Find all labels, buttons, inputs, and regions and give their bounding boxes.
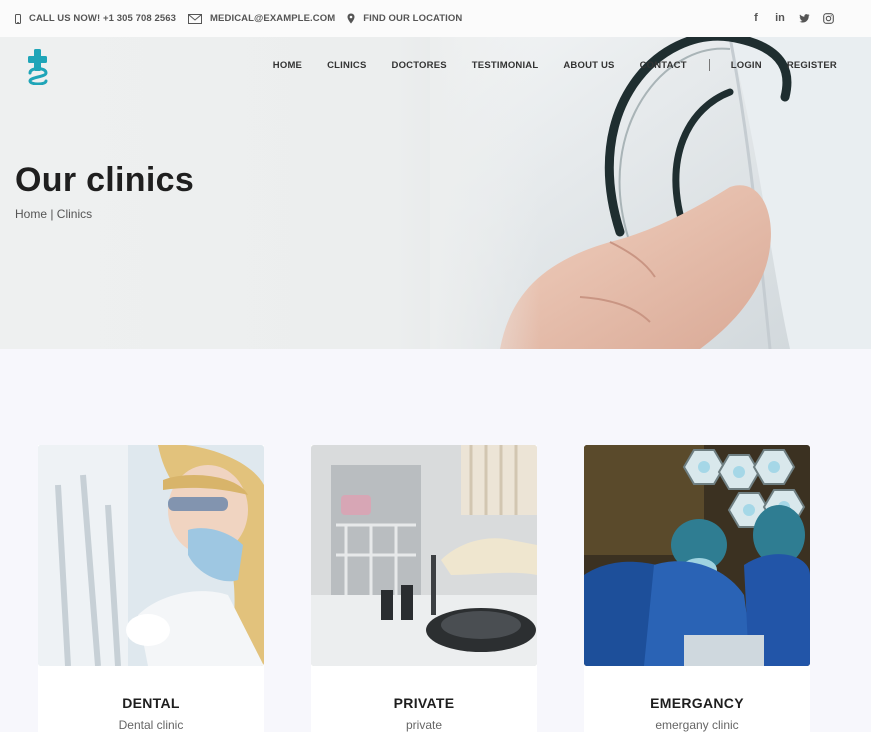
instagram-icon[interactable] bbox=[822, 11, 834, 25]
nav-divider bbox=[708, 59, 710, 71]
emergancy-clinic-image bbox=[584, 445, 810, 666]
clinic-subtitle: Dental clinic bbox=[118, 718, 184, 732]
main-nav: HOME CLINICS DOCTORES TESTIMONIAL ABOUT … bbox=[248, 59, 837, 71]
location-text: FIND OUR LOCATION bbox=[363, 13, 463, 24]
nav-testimonial[interactable]: TESTIMONIAL bbox=[472, 60, 539, 71]
email-text: MEDICAL@EXAMPLE.COM bbox=[210, 13, 336, 24]
facebook-icon[interactable]: f bbox=[750, 11, 762, 25]
email-contact[interactable]: MEDICAL@EXAMPLE.COM bbox=[188, 13, 335, 24]
social-links: f in bbox=[750, 11, 834, 25]
clinic-card-dental[interactable]: DENTAL Dental clinic bbox=[38, 445, 264, 732]
nav-contact[interactable]: CONTACT bbox=[640, 60, 687, 71]
nav-register[interactable]: REGISTER bbox=[787, 60, 837, 71]
clinic-card-private[interactable]: PRIVATE private bbox=[311, 445, 537, 732]
map-pin-icon bbox=[347, 13, 355, 24]
private-clinic-image bbox=[311, 445, 537, 666]
breadcrumb[interactable]: Home | Clinics bbox=[15, 207, 92, 221]
clinic-subtitle: emergany clinic bbox=[655, 718, 739, 732]
location-contact[interactable]: FIND OUR LOCATION bbox=[347, 13, 462, 24]
nav-about[interactable]: ABOUT US bbox=[563, 60, 614, 71]
nav-home[interactable]: HOME bbox=[273, 60, 302, 71]
nav-clinics[interactable]: CLINICS bbox=[327, 60, 366, 71]
top-contact-bar: CALL US NOW! +1 305 708 2563 MEDICAL@EXA… bbox=[0, 0, 871, 37]
site-logo[interactable] bbox=[26, 49, 50, 90]
clinic-subtitle: private bbox=[405, 718, 443, 732]
clinic-title: DENTAL bbox=[122, 695, 180, 711]
nav-login[interactable]: LOGIN bbox=[731, 60, 762, 71]
clinic-card-emergancy[interactable]: EMERGANCY emergany clinic bbox=[584, 445, 810, 732]
dental-clinic-image bbox=[38, 445, 264, 666]
envelope-icon bbox=[188, 13, 203, 24]
page-hero: HOME CLINICS DOCTORES TESTIMONIAL ABOUT … bbox=[0, 37, 871, 349]
page-title: Our clinics bbox=[15, 161, 195, 199]
stethoscope-photo bbox=[430, 37, 871, 349]
phone-contact[interactable]: CALL US NOW! +1 305 708 2563 bbox=[15, 13, 176, 24]
phone-icon bbox=[15, 13, 21, 24]
nav-doctors[interactable]: DOCTORES bbox=[392, 60, 447, 71]
clinic-title: EMERGANCY bbox=[650, 695, 744, 711]
twitter-icon[interactable] bbox=[798, 11, 810, 25]
linkedin-icon[interactable]: in bbox=[774, 11, 786, 25]
clinic-title: PRIVATE bbox=[393, 695, 455, 711]
phone-text: CALL US NOW! +1 305 708 2563 bbox=[29, 13, 177, 24]
